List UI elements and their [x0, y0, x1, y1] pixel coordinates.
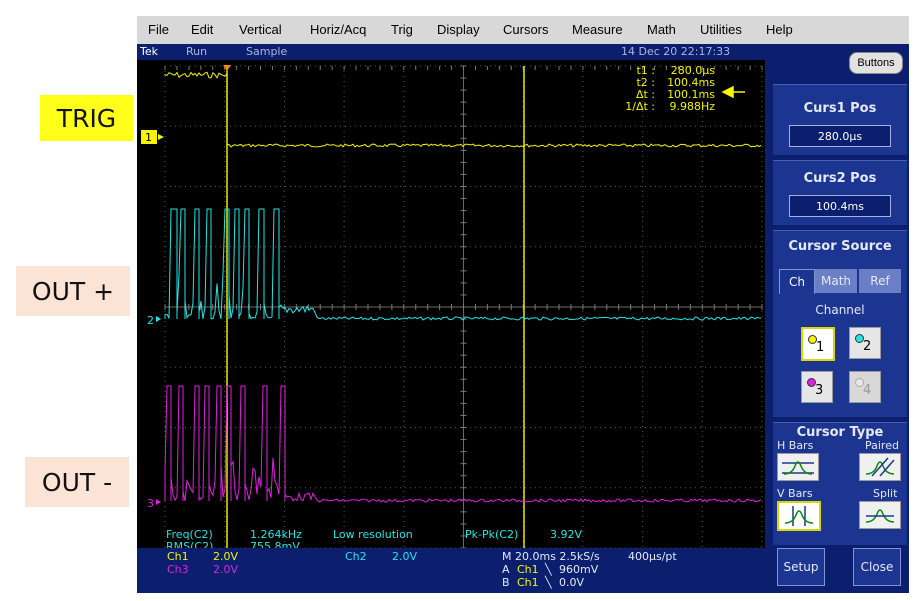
trigger-b-prefix: B — [502, 576, 510, 589]
ch3-scale[interactable]: 2.0V — [213, 563, 238, 576]
ch2-marker: 2 — [147, 314, 161, 327]
menu-cursors[interactable]: Cursors — [503, 22, 549, 37]
trig-label-text: TRIG — [56, 103, 117, 133]
trigger-b-source[interactable]: Ch1 — [517, 576, 539, 589]
cursor-source-group: Cursor Source Ch Math Ref Channel 1 2 3 — [773, 230, 907, 417]
vbars-label: V Bars — [777, 487, 813, 500]
rms-value: 755.8mV — [250, 540, 300, 548]
tab-ref[interactable]: Ref — [859, 269, 901, 293]
ch2-marker-text: 2 — [147, 314, 154, 327]
channel-2-button[interactable]: 2 — [849, 327, 881, 359]
channel-4-button[interactable]: 4 — [849, 371, 881, 403]
ch3-label[interactable]: Ch3 — [167, 563, 189, 576]
vbars-button[interactable] — [777, 501, 821, 531]
close-button[interactable]: Close — [853, 548, 901, 586]
ch2-label[interactable]: Ch2 — [345, 550, 367, 563]
curs2-pos-value[interactable]: 100.4ms — [789, 195, 891, 217]
menu-display[interactable]: Display — [437, 22, 480, 37]
cursor-readout: t1 : 280.0µs t2 : 100.4ms Δt : 100.1ms 1… — [625, 64, 745, 113]
channel-settings-bar: Ch1 2.0V Ch3 2.0V Ch2 2.0V M 20.0ms 2.5k… — [137, 548, 765, 593]
pkpk-label: Pk-Pk(C2) — [465, 528, 518, 541]
menu-trig[interactable]: Trig — [391, 22, 413, 37]
menu-file[interactable]: File — [148, 22, 169, 37]
cursor-type-title: Cursor Type — [796, 425, 884, 440]
menu-bar: File Edit Vertical Horiz/Acq Trig Displa… — [137, 16, 909, 44]
out-minus-label-text: OUT - — [41, 467, 113, 497]
rms-label: RMS(C2) — [166, 540, 213, 548]
cursor-source-title: Cursor Source — [788, 239, 892, 254]
menu-edit[interactable]: Edit — [191, 22, 213, 37]
hbars-icon — [782, 461, 814, 475]
tab-math[interactable]: Math — [815, 269, 857, 293]
split-label: Split — [873, 487, 898, 500]
out-minus-label: OUT - — [25, 457, 129, 507]
setup-button[interactable]: Setup — [777, 548, 825, 586]
hbars-label: H Bars — [777, 439, 814, 452]
split-button[interactable] — [859, 501, 901, 529]
trigger-a-level[interactable]: 960mV — [559, 563, 598, 576]
curs2-pos-title: Curs2 Pos — [803, 171, 877, 186]
ch1-label[interactable]: Ch1 — [167, 550, 189, 563]
inv-dt-value: 9.988Hz — [669, 100, 715, 113]
oscilloscope-window: File Edit Vertical Horiz/Acq Trig Displa… — [137, 16, 909, 593]
ch1-marker-text: 1 — [145, 131, 152, 144]
channel-2-label: 2 — [863, 339, 872, 354]
inv-dt-label: 1/Δt : — [625, 100, 655, 113]
menu-utilities[interactable]: Utilities — [700, 22, 742, 37]
waveform-svg: 1 2 3 t1 : 280.0µs t2 : 100.4ms Δt : 100… — [141, 64, 763, 553]
curs1-pos-control[interactable]: Curs1 Pos 280.0µs — [773, 84, 907, 155]
pkpk-value: 3.92V — [550, 528, 582, 541]
ch3-marker: 3 — [147, 497, 161, 510]
ch3-marker-text: 3 — [147, 497, 154, 510]
paired-icon — [865, 457, 895, 477]
menu-vertical[interactable]: Vertical — [239, 22, 282, 37]
paired-label: Paired — [865, 439, 899, 452]
menu-math[interactable]: Math — [647, 22, 676, 37]
split-icon — [865, 509, 895, 523]
left-arrow-icon — [721, 85, 745, 99]
paired-button[interactable] — [859, 453, 901, 481]
menu-measure[interactable]: Measure — [572, 22, 623, 37]
ch2-scale[interactable]: 2.0V — [392, 550, 417, 563]
buttons-toggle-label: Buttons — [857, 57, 895, 69]
ch1-scale[interactable]: 2.0V — [213, 550, 238, 563]
curs2-pos-control[interactable]: Curs2 Pos 100.4ms — [773, 160, 907, 225]
falling-edge-icon: ╲ — [545, 563, 552, 576]
measurements: Freq(C2) 1.264kHz Low resolution Pk-Pk(C… — [166, 528, 582, 553]
trigger-b-level[interactable]: 0.0V — [559, 576, 584, 589]
hbars-button[interactable] — [777, 453, 819, 481]
datetime: 14 Dec 20 22:17:33 — [621, 45, 731, 58]
channel-1-label: 1 — [816, 340, 825, 355]
status-bar: Tek Run Sample 14 Dec 20 22:17:33 — [137, 44, 765, 60]
channel-1-button[interactable]: 1 — [801, 327, 835, 361]
menu-help[interactable]: Help — [766, 22, 793, 37]
out-plus-label-text: OUT + — [31, 276, 115, 306]
cursor-type-group: Cursor Type H Bars Paired V Bars Split — [773, 422, 907, 545]
channel-3-button[interactable]: 3 — [801, 371, 833, 403]
menu-horiz-acq[interactable]: Horiz/Acq — [310, 22, 366, 37]
channel-4-label: 4 — [863, 383, 872, 398]
brand-label: Tek — [140, 45, 158, 58]
vbars-icon — [784, 506, 814, 526]
buttons-toggle-button[interactable]: Buttons — [849, 52, 903, 74]
control-panel: Buttons Curs1 Pos 280.0µs Curs2 Pos 100.… — [765, 44, 909, 593]
channel-3-label: 3 — [815, 383, 824, 398]
trigger-a-prefix: A — [502, 563, 510, 576]
sample-interval: 400µs/pt — [628, 550, 677, 563]
trigger-a-source[interactable]: Ch1 — [517, 563, 539, 576]
trig-label: TRIG — [40, 95, 133, 141]
channel-label: Channel — [815, 303, 865, 317]
waveform-display[interactable]: 1 2 3 t1 : 280.0µs t2 : 100.4ms Δt : 100… — [137, 60, 765, 553]
acq-mode: Sample — [246, 45, 288, 58]
out-plus-label: OUT + — [16, 266, 130, 316]
curs1-pos-value[interactable]: 280.0µs — [789, 125, 891, 147]
tab-ch[interactable]: Ch — [779, 269, 815, 294]
run-state: Run — [186, 45, 208, 58]
curs1-pos-title: Curs1 Pos — [803, 101, 877, 116]
source-tabs: Ch Math Ref — [779, 269, 903, 294]
horizontal-scale[interactable]: M 20.0ms 2.5kS/s — [502, 550, 600, 563]
freq-note: Low resolution — [333, 528, 413, 541]
falling-edge-icon: ╲ — [545, 576, 552, 589]
ch1-marker: 1 — [141, 130, 164, 144]
